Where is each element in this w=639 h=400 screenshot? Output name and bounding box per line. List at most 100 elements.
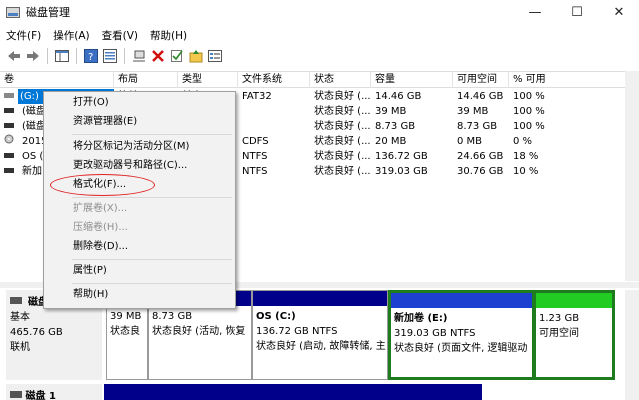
annotation-circle [50, 174, 155, 196]
volume-free: 39 MB [457, 106, 489, 117]
svg-text:?: ? [88, 52, 93, 63]
partition-size: 8.73 GB [152, 311, 193, 322]
disk-management-icon [6, 6, 20, 18]
partition-size: 319.03 GB NTFS [394, 328, 476, 339]
forward-icon[interactable] [25, 48, 41, 64]
folder-up-icon[interactable] [188, 48, 204, 64]
partition-status: 状态良好 (启动, 故障转储, 主 [256, 341, 386, 352]
column-percent-free[interactable]: % 可用 [509, 72, 625, 88]
menu-divider [72, 283, 232, 284]
volume-free: 14.46 GB [457, 91, 504, 102]
volume-fs [238, 104, 242, 119]
partition-size: 136.72 GB NTFS [256, 326, 338, 337]
volume-pct: 100 % [513, 121, 545, 132]
partition-new-volume-e[interactable]: 新加卷 (E:) 319.03 GB NTFS 状态良好 (页面文件, 逻辑驱动 [388, 290, 535, 380]
drive-icon [0, 89, 14, 104]
column-status[interactable]: 状态 [310, 72, 371, 88]
console-tree-icon[interactable] [54, 48, 70, 64]
disk-icon [10, 391, 22, 400]
menu-action[interactable]: 操作(A) [47, 28, 95, 43]
toolbar: ? [0, 45, 639, 67]
partition-title: OS (C:) [256, 311, 296, 322]
volume-fs: FAT32 [242, 91, 272, 102]
volume-capacity: 136.72 GB [375, 151, 428, 162]
menu-item-delete[interactable]: 删除卷(D)... [73, 238, 128, 256]
cd-drive-icon [0, 134, 14, 149]
volume-free: 30.76 GB [457, 166, 504, 177]
volume-capacity: 8.73 GB [375, 121, 416, 132]
list-view-icon[interactable] [207, 48, 223, 64]
disk-management-window: 磁盘管理 — ☐ ✕ 文件(F) 操作(A) 查看(V) 帮助(H) ? 卷 布… [0, 0, 639, 400]
maximize-button[interactable]: ☐ [557, 0, 597, 24]
column-filesystem[interactable]: 文件系统 [238, 72, 310, 88]
toolbar-separator [124, 48, 125, 64]
partition-bar [391, 293, 532, 308]
menu-help[interactable]: 帮助(H) [144, 28, 193, 43]
column-type[interactable]: 类型 [178, 72, 238, 88]
volume-fs: NTFS [242, 166, 268, 177]
disk1-partition-bar[interactable] [104, 384, 482, 400]
menu-item-mark-active[interactable]: 将分区标记为活动分区(M) [73, 138, 189, 156]
close-button[interactable]: ✕ [599, 0, 639, 24]
volume-pct: 10 % [513, 166, 539, 177]
menu-item-change-letter[interactable]: 更改驱动器号和路径(C)... [73, 157, 187, 175]
volume-capacity: 20 MB [375, 136, 407, 147]
volume-status: 状态良好 (... [314, 121, 371, 132]
menu-item-help[interactable]: 帮助(H) [73, 286, 108, 304]
volume-free: 8.73 GB [457, 121, 498, 132]
menu-divider [72, 259, 232, 260]
disk-icon [10, 295, 22, 310]
menu-item-open[interactable]: 打开(O) [73, 94, 109, 112]
toolbar-separator [76, 48, 77, 64]
menu-item-properties[interactable]: 属性(P) [73, 262, 107, 280]
menu-item-shrink: 压缩卷(H)... [73, 222, 128, 233]
volume-capacity: 14.46 GB [375, 91, 422, 102]
help-icon[interactable]: ? [83, 48, 99, 64]
partition-size: 1.23 GB [539, 313, 580, 324]
delete-icon[interactable] [150, 48, 166, 64]
toolbar-separator [47, 48, 48, 64]
menu-bar: 文件(F) 操作(A) 查看(V) 帮助(H) [0, 26, 193, 44]
partition-os-c[interactable]: OS (C:) 136.72 GB NTFS 状态良好 (启动, 故障转储, 主 [252, 290, 388, 380]
menu-item-extend: 扩展卷(X)... [73, 203, 128, 214]
partition-status: 可用空间 [539, 328, 579, 339]
volume-pct: 100 % [513, 106, 545, 117]
back-icon[interactable] [6, 48, 22, 64]
column-layout[interactable]: 布局 [114, 72, 178, 88]
disk0-state: 联机 [10, 342, 30, 353]
menu-divider [72, 197, 232, 198]
volume-pct: 18 % [513, 151, 539, 162]
connect-icon[interactable] [131, 48, 147, 64]
column-capacity[interactable]: 容量 [371, 72, 453, 88]
menu-divider [72, 134, 232, 135]
drive-icon [0, 104, 14, 119]
drive-icon [0, 119, 14, 134]
volume-status: 状态良好 (... [314, 151, 371, 162]
disk1-label[interactable]: 磁盘 1 [6, 384, 102, 400]
volume-pct: 100 % [513, 91, 545, 102]
menu-file[interactable]: 文件(F) [0, 28, 47, 43]
menu-item-explorer[interactable]: 资源管理器(E) [73, 113, 137, 131]
disk0-type: 基本 [10, 312, 30, 323]
partition-bar [536, 293, 612, 308]
partition-status: 状态良好 (页面文件, 逻辑驱动 [394, 343, 528, 354]
volume-capacity: 319.03 GB [375, 166, 428, 177]
volume-list-scrollbar[interactable] [625, 71, 639, 281]
column-free-space[interactable]: 可用空间 [453, 72, 509, 88]
volume-pct: 0 % [513, 136, 533, 147]
properties-icon[interactable] [102, 48, 118, 64]
disk-map-scrollbar[interactable] [625, 290, 639, 400]
partition-free-space[interactable]: 1.23 GB 可用空间 [533, 290, 615, 380]
volume-free: 24.66 GB [457, 151, 504, 162]
volume-fs: CDFS [242, 136, 269, 147]
menu-view[interactable]: 查看(V) [96, 28, 144, 43]
checklist-icon[interactable] [169, 48, 185, 64]
disk0-size: 465.76 GB [10, 327, 63, 338]
context-menu: 打开(O) 资源管理器(E) 将分区标记为活动分区(M) 更改驱动器号和路径(C… [43, 91, 236, 309]
volume-status: 状态良好 (... [314, 91, 371, 102]
disk1-name: 磁盘 1 [25, 391, 56, 400]
column-volume[interactable]: 卷 [0, 72, 114, 88]
volume-status: 状态良好 (... [314, 136, 371, 147]
minimize-button[interactable]: — [515, 0, 555, 24]
volume-list-header: 卷 布局 类型 文件系统 状态 容量 可用空间 % 可用 [0, 71, 625, 88]
